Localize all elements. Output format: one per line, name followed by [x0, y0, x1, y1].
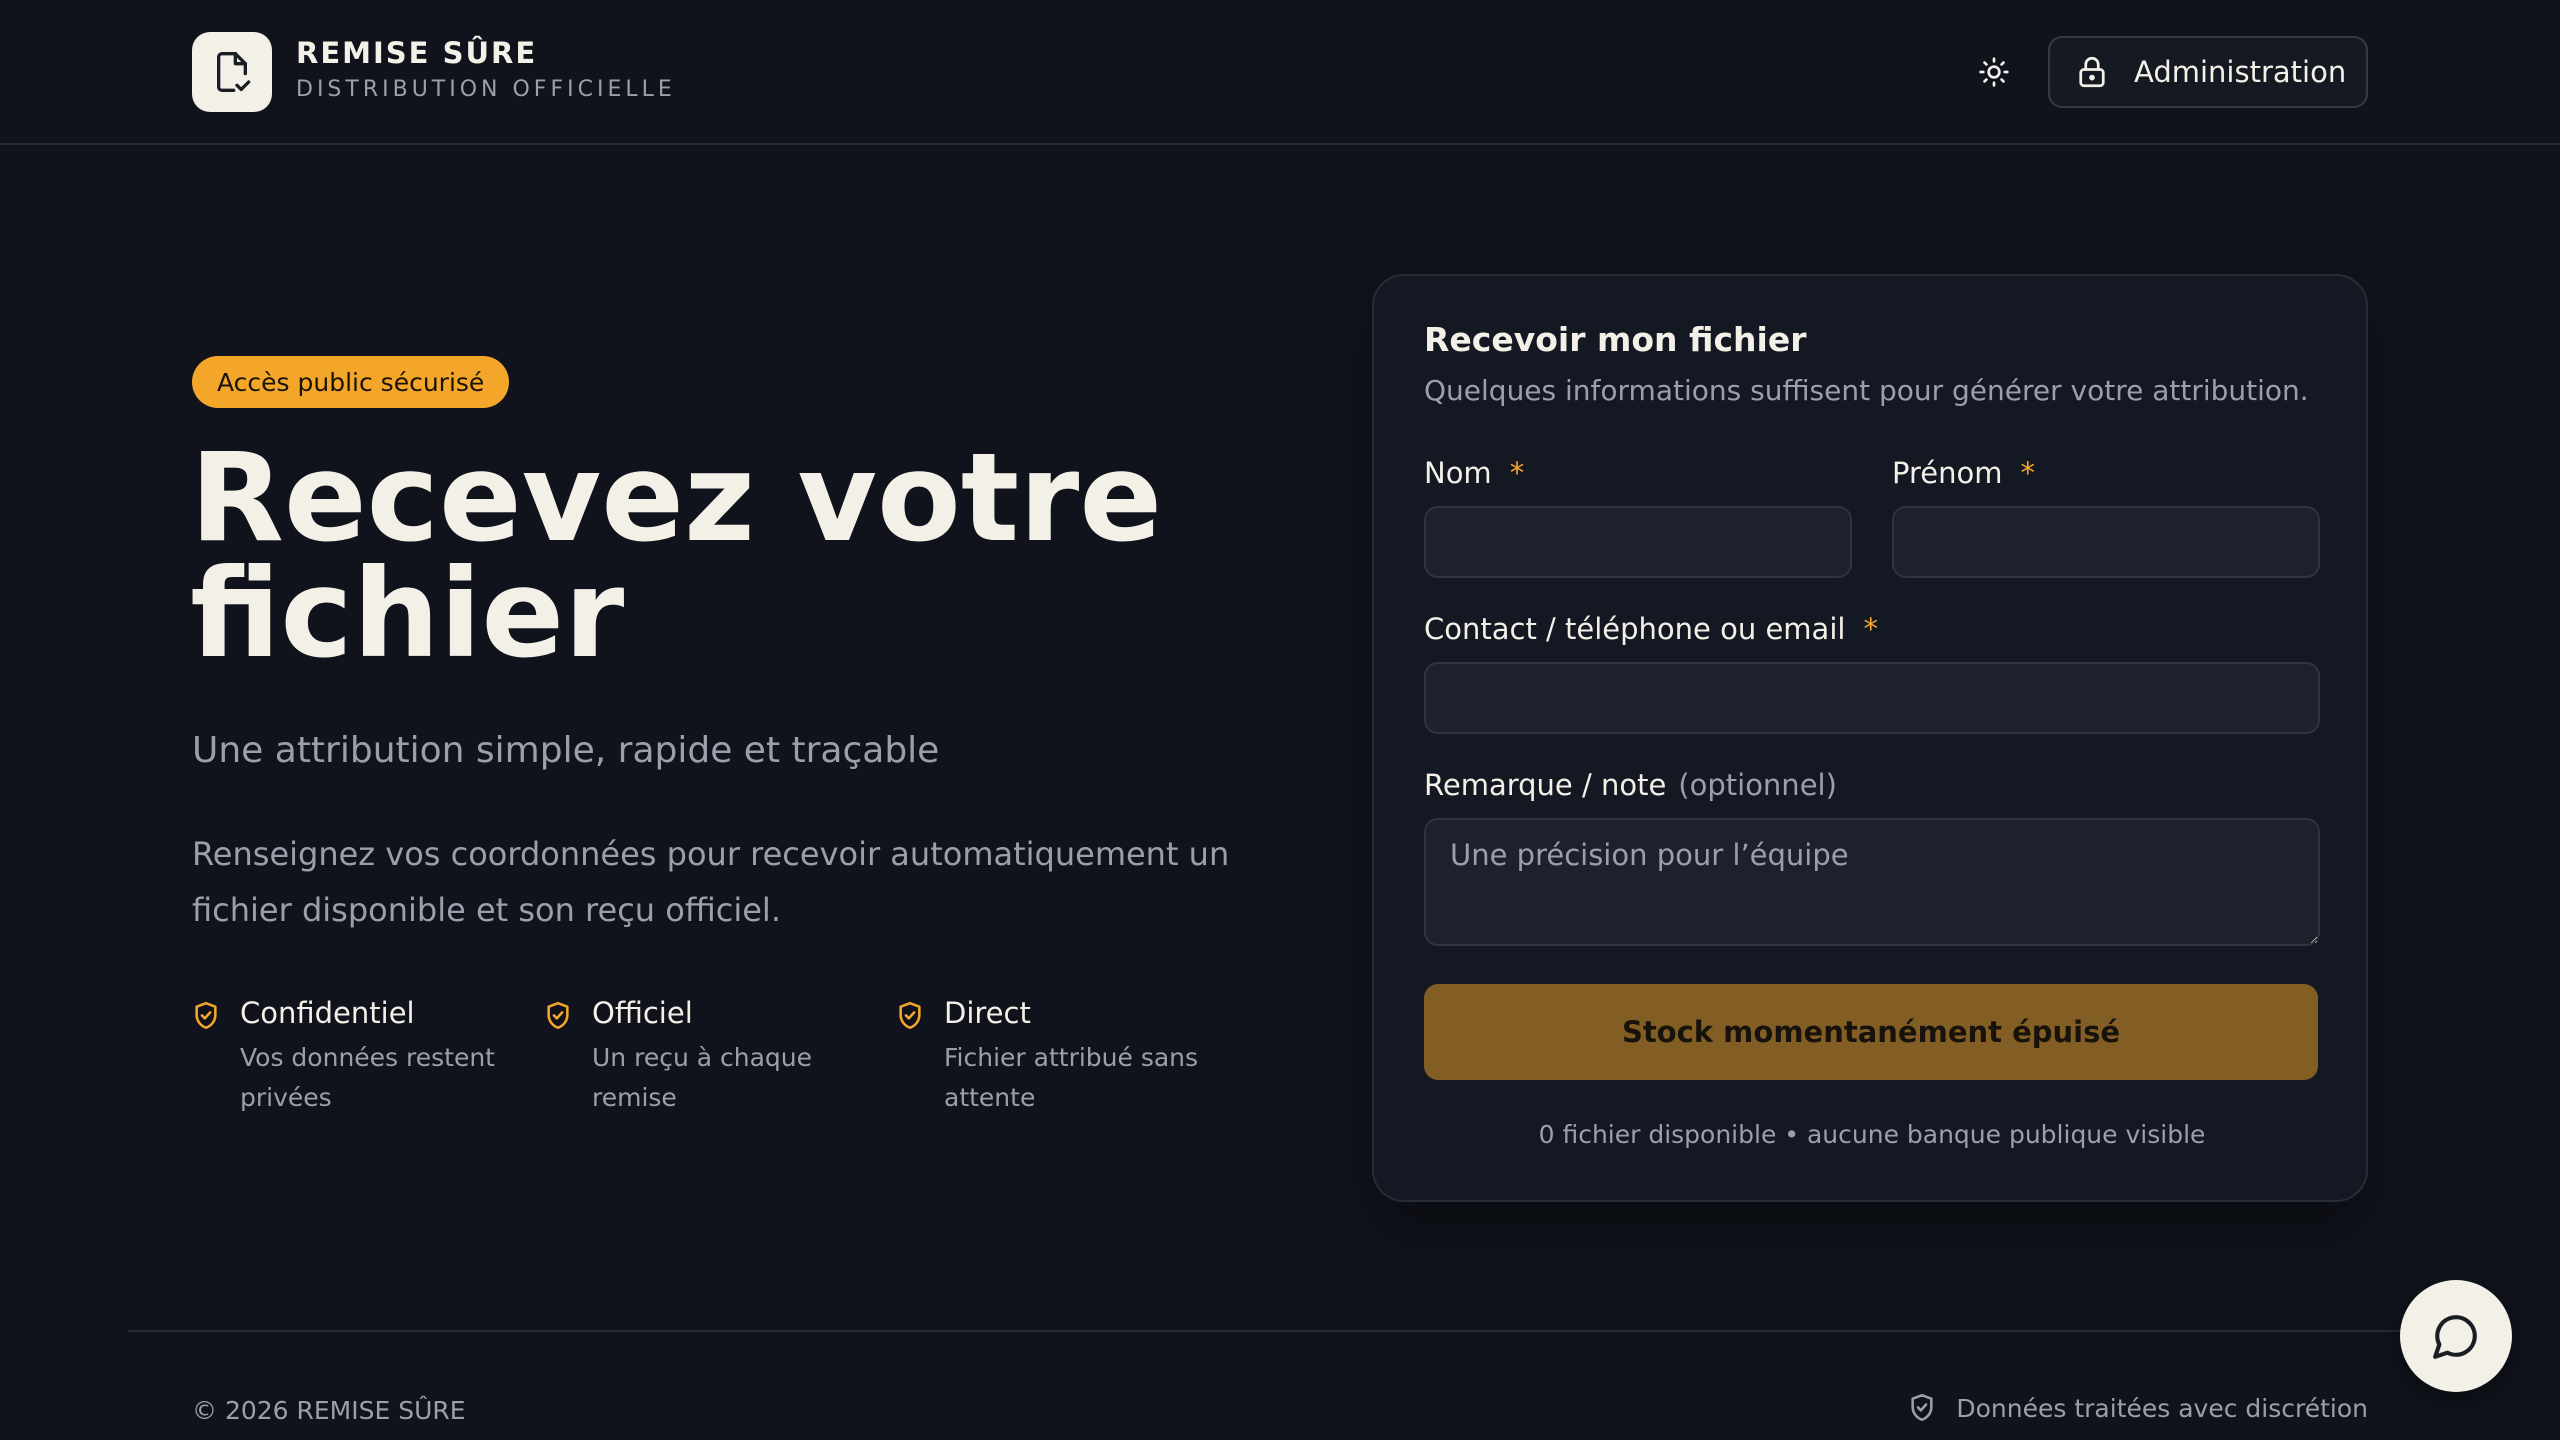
contact-label: Contact / téléphone ou email *	[1424, 612, 1878, 646]
privacy-notice: Données traitées avec discrétion	[1908, 1392, 2368, 1424]
shield-check-icon	[195, 1001, 217, 1029]
stock-status: 0 fichier disponible • aucune banque pub…	[1538, 1120, 2206, 1149]
lock-icon	[2074, 54, 2110, 90]
privacy-text: Données traitées avec discrétion	[1956, 1393, 2368, 1423]
feature-title: Direct	[944, 996, 1031, 1030]
required-mark: *	[2020, 456, 2035, 490]
optional-mark: (optionnel)	[1678, 768, 1837, 802]
nom-label-text: Nom	[1424, 456, 1492, 490]
brand-logo[interactable]	[192, 32, 272, 112]
shield-check-icon	[1911, 1393, 1933, 1421]
required-mark: *	[1509, 456, 1525, 490]
form-subtitle: Quelques informations suffisent pour gén…	[1424, 374, 2309, 407]
prenom-label-text: Prénom	[1892, 456, 2003, 490]
admin-button[interactable]: Administration	[2048, 36, 2368, 108]
sun-icon	[1979, 57, 2009, 87]
feature-title: Confidentiel	[240, 996, 415, 1030]
feature-description: Fichier attribué sans attente	[944, 1043, 1199, 1112]
feature-title: Officiel	[592, 996, 693, 1030]
shield-check-icon	[899, 1001, 921, 1029]
file-check-icon	[217, 51, 251, 92]
prenom-label: Prénom *	[1892, 456, 2035, 490]
note-label: Remarque / note (optionnel)	[1424, 768, 1837, 802]
brand-tagline: DISTRIBUTION OFFICIELLE	[296, 77, 676, 102]
shield-check-icon	[547, 1001, 569, 1029]
footer-divider	[128, 1330, 2432, 1332]
access-badge: Accès public sécurisé	[192, 356, 510, 408]
nom-input[interactable]	[1424, 506, 1852, 578]
contact-label-text: Contact / téléphone ou email	[1424, 612, 1846, 646]
copyright: © 2026 REMISE SÛRE	[192, 1396, 466, 1425]
hero-subtitle: Une attribution simple, rapide et traçab…	[192, 730, 940, 771]
page-title: Recevez votre fichier	[190, 427, 1163, 685]
chat-bubble-icon	[2433, 1315, 2477, 1359]
contact-input[interactable]	[1424, 662, 2320, 734]
required-mark: *	[1863, 612, 1878, 646]
brand-name: REMISE SÛRE	[296, 36, 538, 70]
note-textarea[interactable]	[1424, 818, 2320, 946]
admin-button-label: Administration	[2134, 55, 2347, 89]
prenom-input[interactable]	[1892, 506, 2320, 578]
nom-label: Nom *	[1424, 456, 1524, 490]
file-request-form: Recevoir mon fichier Quelques informatio…	[1372, 274, 2368, 1202]
form-title: Recevoir mon fichier	[1424, 320, 1807, 359]
chat-button[interactable]	[2400, 1280, 2512, 1392]
feature-description: Vos données restent privées	[240, 1043, 495, 1112]
hero-description: Renseignez vos coordonnées pour recevoir…	[192, 835, 1230, 929]
theme-toggle-button[interactable]	[1972, 50, 2016, 94]
note-label-text: Remarque / note	[1424, 768, 1667, 802]
feature-description: Un reçu à chaque remise	[592, 1043, 813, 1112]
top-header: REMISE SÛRE DISTRIBUTION OFFICIELLE Admi…	[0, 0, 2560, 145]
submit-button[interactable]: Stock momentanément épuisé	[1424, 984, 2318, 1080]
